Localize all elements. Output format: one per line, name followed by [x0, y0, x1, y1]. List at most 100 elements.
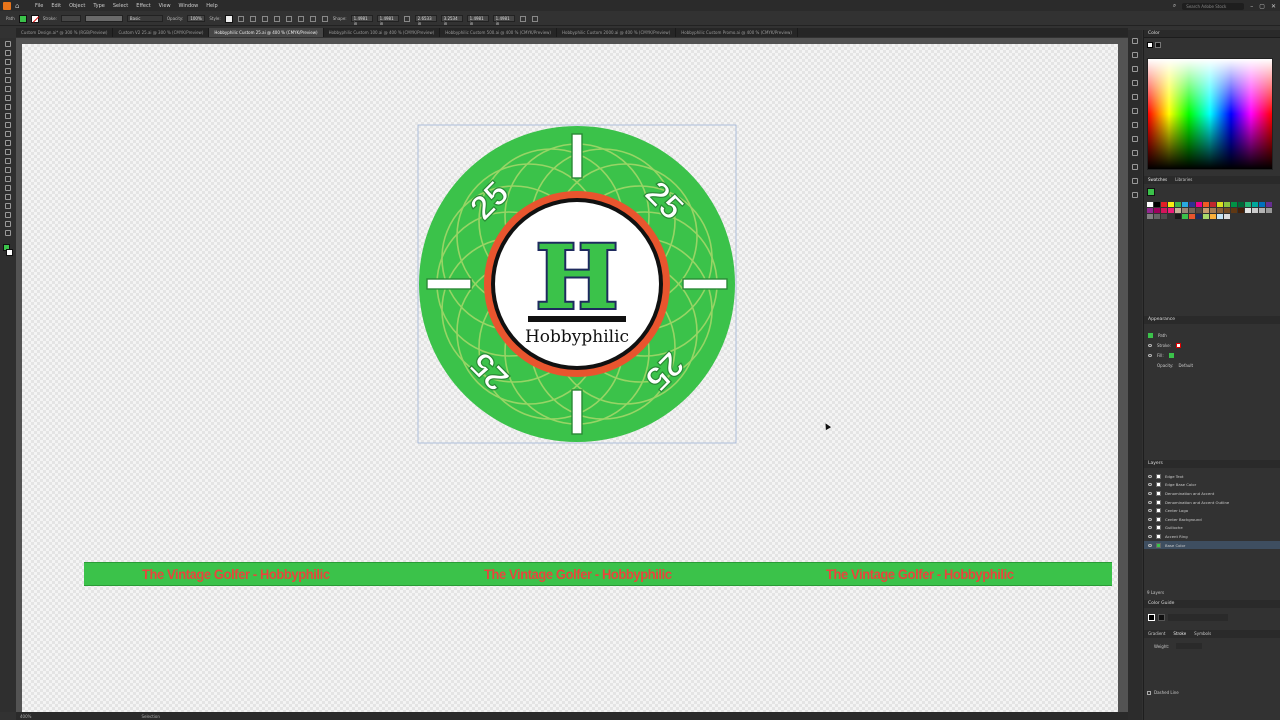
- color-panel-icon[interactable]: [1132, 38, 1138, 44]
- align-icon[interactable]: [249, 15, 256, 22]
- layers-panel-icon[interactable]: [1132, 164, 1138, 170]
- swatch-grid[interactable]: [1147, 202, 1273, 219]
- height-field[interactable]: 3.2534 in: [440, 15, 463, 26]
- appearance-row-path[interactable]: Path: [1144, 330, 1280, 340]
- stroke-weight-input[interactable]: [1176, 643, 1202, 649]
- isolate-icon[interactable]: [519, 15, 526, 22]
- close-icon[interactable]: ✕: [1271, 3, 1276, 10]
- swatches-fill-indicator[interactable]: [1147, 188, 1155, 196]
- layer-accent-ring[interactable]: Accent Ring: [1144, 532, 1280, 541]
- x-field[interactable]: 1.4981 in: [350, 15, 373, 26]
- tab-stroke[interactable]: Stroke: [1173, 630, 1186, 638]
- minimize-icon[interactable]: –: [1250, 3, 1253, 10]
- color-guide-swatch-2[interactable]: [1158, 614, 1165, 621]
- tab-hobbyphilic-custom-100[interactable]: Hobbyphilic Custom 100.ai @ 400 % (CMYK/…: [324, 28, 441, 37]
- hand-tool-icon[interactable]: [5, 221, 11, 227]
- opacity-field[interactable]: 100%: [187, 15, 206, 22]
- stroke-panel-icon[interactable]: [1132, 94, 1138, 100]
- align-bottom-icon[interactable]: [321, 15, 328, 22]
- tab-symbols[interactable]: Symbols: [1194, 630, 1211, 638]
- width-field[interactable]: 2.6533 in: [414, 15, 437, 26]
- symbol-sprayer-tool-icon[interactable]: [5, 203, 11, 209]
- menu-object[interactable]: Object: [69, 3, 85, 9]
- stroke-weight-field[interactable]: [60, 15, 81, 22]
- dashed-line-checkbox[interactable]: [1147, 690, 1151, 695]
- zoom-tool-icon[interactable]: [5, 230, 11, 236]
- rotate-tool-icon[interactable]: [5, 140, 11, 146]
- layers-panel-title[interactable]: Layers: [1144, 460, 1280, 468]
- align-left-icon[interactable]: [261, 15, 268, 22]
- gradient-panel-icon[interactable]: [1132, 108, 1138, 114]
- eraser-tool-icon[interactable]: [5, 131, 11, 137]
- menu-icon[interactable]: [531, 15, 538, 22]
- rectangle-tool-icon[interactable]: [5, 104, 11, 110]
- stroke-swatch[interactable]: [6, 249, 13, 256]
- transform-icon[interactable]: [403, 15, 410, 22]
- menu-type[interactable]: Type: [93, 3, 104, 9]
- menu-view[interactable]: View: [159, 3, 171, 9]
- layer-denomination-accent-outline[interactable]: Denomination and Accent Outline: [1144, 498, 1280, 507]
- layer-denomination-accent[interactable]: Denomination and Accent: [1144, 489, 1280, 498]
- tab-swatches[interactable]: Swatches: [1148, 176, 1167, 184]
- curvature-tool-icon[interactable]: [5, 77, 11, 83]
- menu-file[interactable]: File: [35, 3, 43, 9]
- menu-edit[interactable]: Edit: [51, 3, 61, 9]
- appearance-panel-title[interactable]: Appearance: [1144, 316, 1280, 324]
- tab-libraries[interactable]: Libraries: [1175, 176, 1192, 184]
- shaper-tool-icon[interactable]: [5, 122, 11, 128]
- menu-effect[interactable]: Effect: [136, 3, 150, 9]
- stock-search-input[interactable]: Search Adobe Stock: [1182, 2, 1245, 10]
- search-icon[interactable]: ⌕: [1173, 2, 1176, 10]
- appearance-panel-icon[interactable]: [1132, 136, 1138, 142]
- artboards-panel-icon[interactable]: [1132, 178, 1138, 184]
- fill-color-swatch[interactable]: [18, 14, 27, 23]
- artboard-tool-icon[interactable]: [5, 212, 11, 218]
- magic-wand-tool-icon[interactable]: [5, 59, 11, 65]
- transparency-panel-icon[interactable]: [1132, 122, 1138, 128]
- align-top-icon[interactable]: [297, 15, 304, 22]
- scale-tool-icon[interactable]: [5, 149, 11, 155]
- tab-hobbyphilic-custom-25[interactable]: Hobbyphilic Custom 25.ai @ 400 % (CMYK/P…: [209, 28, 324, 37]
- links-panel-icon[interactable]: [1132, 192, 1138, 198]
- pen-tool-icon[interactable]: [5, 68, 11, 74]
- layer-edge-text[interactable]: Edge Text: [1144, 472, 1280, 481]
- paintbrush-tool-icon[interactable]: [5, 113, 11, 119]
- height2-field[interactable]: 1.4981 in: [492, 15, 515, 26]
- shape-builder-tool-icon[interactable]: [5, 176, 11, 182]
- color-guide-title[interactable]: Color Guide: [1144, 600, 1280, 608]
- layer-center-background[interactable]: Center Background: [1144, 515, 1280, 524]
- tab-gradient[interactable]: Gradient: [1148, 630, 1165, 638]
- layer-center-logo[interactable]: Center Logo: [1144, 506, 1280, 515]
- color-spectrum-picker[interactable]: [1147, 58, 1273, 170]
- line-tool-icon[interactable]: [5, 95, 11, 101]
- color-fill-swatch[interactable]: [1147, 42, 1153, 48]
- layer-edge-base-color[interactable]: Edge Base Color: [1144, 481, 1280, 490]
- tab-hobbyphilic-custom-2000[interactable]: Hobbyphilic Custom 2000.ai @ 400 % (CMYK…: [557, 28, 677, 37]
- maximize-icon[interactable]: ▢: [1259, 3, 1265, 10]
- home-icon[interactable]: ⌂: [15, 2, 25, 10]
- type-tool-icon[interactable]: [5, 86, 11, 92]
- brush-definition[interactable]: Basic: [126, 15, 163, 22]
- y-field[interactable]: 1.4981 in: [376, 15, 399, 26]
- eyedropper-tool-icon[interactable]: [5, 185, 11, 191]
- align-middle-icon[interactable]: [309, 15, 316, 22]
- menu-help[interactable]: Help: [206, 3, 217, 9]
- recolor-icon[interactable]: [237, 15, 244, 22]
- appearance-row-fill[interactable]: Fill:: [1144, 350, 1280, 360]
- free-transform-tool-icon[interactable]: [5, 167, 11, 173]
- align-center-icon[interactable]: [273, 15, 280, 22]
- blend-tool-icon[interactable]: [5, 194, 11, 200]
- appearance-row-stroke[interactable]: Stroke:: [1144, 340, 1280, 350]
- width-tool-icon[interactable]: [5, 158, 11, 164]
- appearance-row-opacity[interactable]: Opacity: Default: [1144, 360, 1280, 370]
- color-stroke-swatch[interactable]: [1155, 42, 1161, 48]
- poker-chip-artwork[interactable]: 25 25 25 25 H Hobbyphilic: [417, 124, 737, 444]
- tab-hobbyphilic-custom-promo[interactable]: Hobbyphilic Custom Promo.ai @ 400 % (CMY…: [676, 28, 798, 37]
- layer-base-color[interactable]: Base Color: [1144, 540, 1280, 550]
- color-guide-base-swatch[interactable]: [1148, 614, 1155, 621]
- tab-custom-v2-25[interactable]: Custom V2 25.ai @ 300 % (CMYK/Preview): [113, 28, 210, 37]
- graphic-styles-panel-icon[interactable]: [1132, 150, 1138, 156]
- direct-selection-tool-icon[interactable]: [5, 50, 11, 56]
- color-panel-title[interactable]: Color: [1144, 30, 1280, 38]
- align-right-icon[interactable]: [285, 15, 292, 22]
